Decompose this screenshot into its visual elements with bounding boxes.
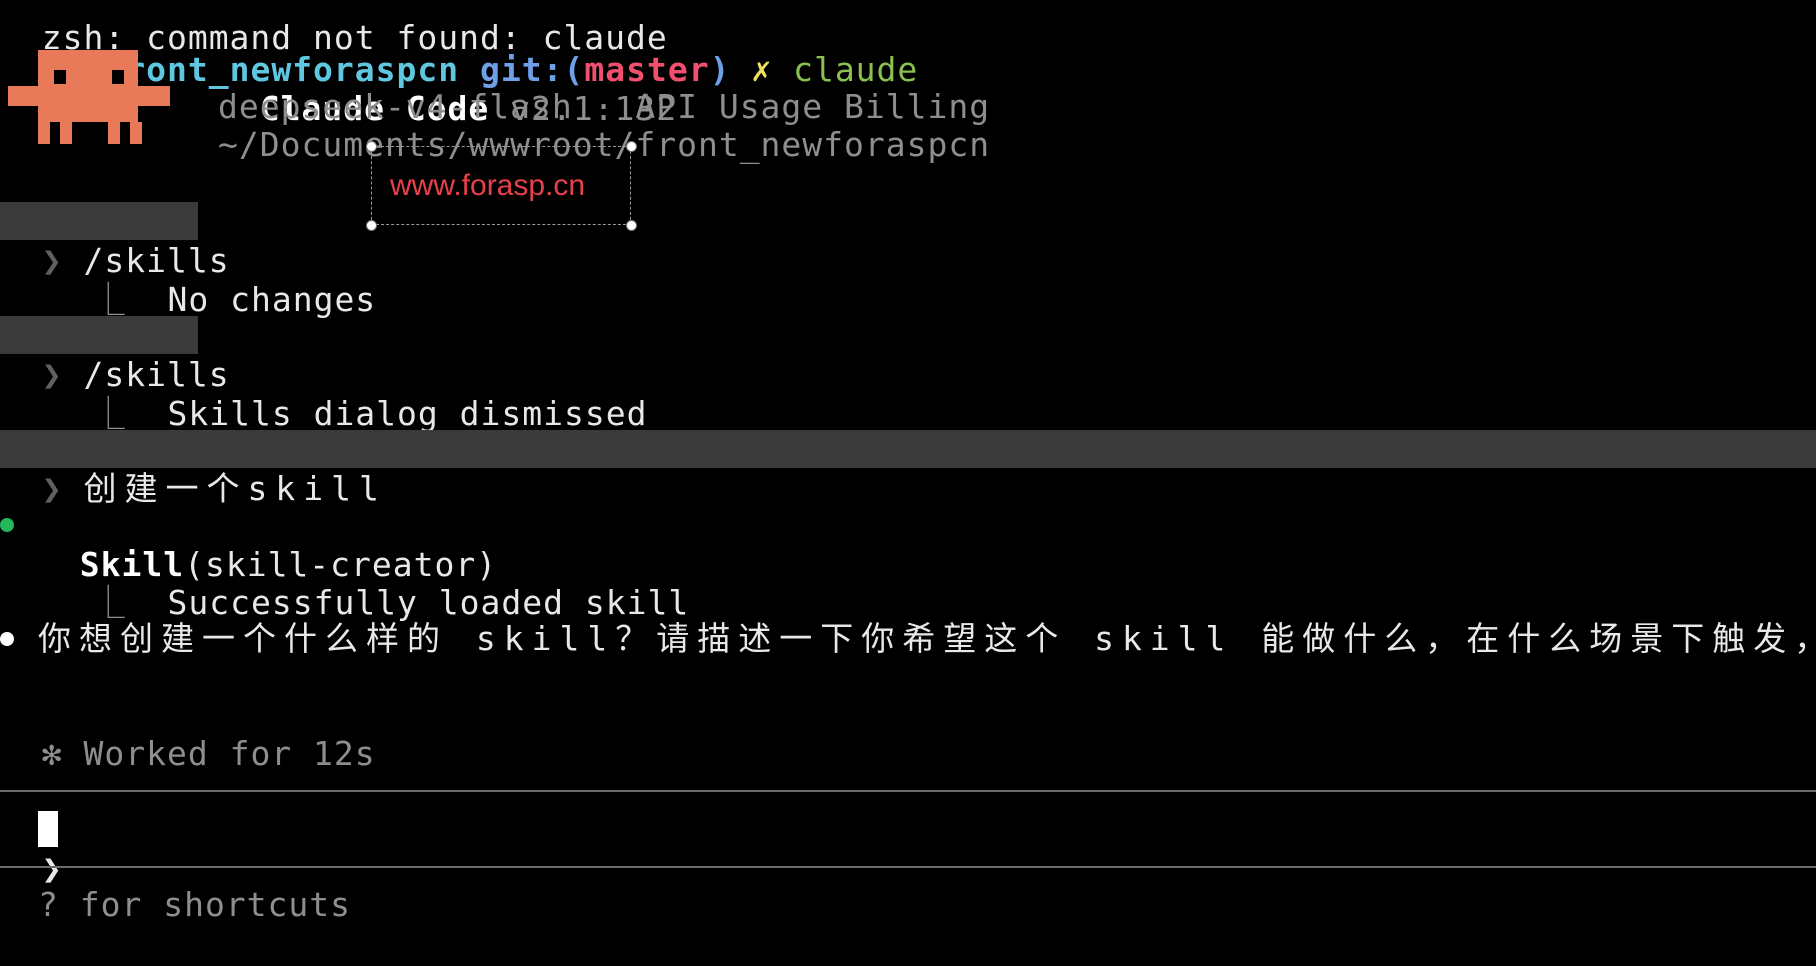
prompt-input[interactable] bbox=[66, 809, 1766, 849]
watermark-text: www.forasp.cn bbox=[390, 169, 586, 202]
tree-branch-icon: ⎿ bbox=[91, 583, 126, 622]
tool-result: Successfully loaded skill bbox=[167, 583, 690, 622]
tree-branch-icon: ⎿ bbox=[91, 280, 126, 319]
input-bottom-divider bbox=[0, 866, 1816, 868]
git-dirty-mark-icon: ✗ bbox=[751, 50, 773, 89]
command-result-line: ⎿ No changes bbox=[50, 240, 376, 320]
prompt-command: claude bbox=[793, 50, 919, 89]
command-result-line: ⎿ Skills dialog dismissed bbox=[50, 354, 647, 434]
tree-branch-icon: ⎿ bbox=[91, 394, 126, 433]
input-top-divider bbox=[0, 790, 1816, 792]
command-result: Skills dialog dismissed bbox=[167, 394, 648, 433]
assistant-message: 你想创建一个什么样的 skill？请描述一下你希望这个 skill 能做什么，在… bbox=[38, 619, 1816, 658]
watermark-handle-bottom-left bbox=[366, 220, 377, 231]
claude-pixel-mascot-icon bbox=[8, 50, 170, 144]
sparkle-icon: ✻ bbox=[41, 734, 63, 773]
git-suffix: ) bbox=[709, 50, 731, 89]
status-line: ✻ Worked for 12s bbox=[0, 694, 376, 774]
status-text: Worked for 12s bbox=[83, 734, 376, 773]
command-result: No changes bbox=[167, 280, 377, 319]
text-cursor[interactable] bbox=[38, 811, 58, 847]
chevron-icon: ❯ bbox=[41, 469, 63, 508]
shortcuts-hint: ? for shortcuts bbox=[38, 885, 352, 924]
user-message: 创建一个skill bbox=[83, 469, 387, 508]
model-line: deepseek-v4-flash · API Usage Billing bbox=[218, 87, 991, 126]
white-dot-icon bbox=[0, 632, 14, 646]
tool-result-line: ⎿ Successfully loaded skill bbox=[50, 543, 689, 623]
chevron-icon: ❯ bbox=[41, 849, 63, 888]
user-message-line: ❯ 创建一个skill bbox=[0, 429, 387, 509]
watermark-handle-top-right bbox=[626, 141, 637, 152]
watermark-handle-bottom-right bbox=[626, 220, 637, 231]
green-dot-icon bbox=[0, 518, 14, 532]
watermark-handle-top-left bbox=[366, 141, 377, 152]
